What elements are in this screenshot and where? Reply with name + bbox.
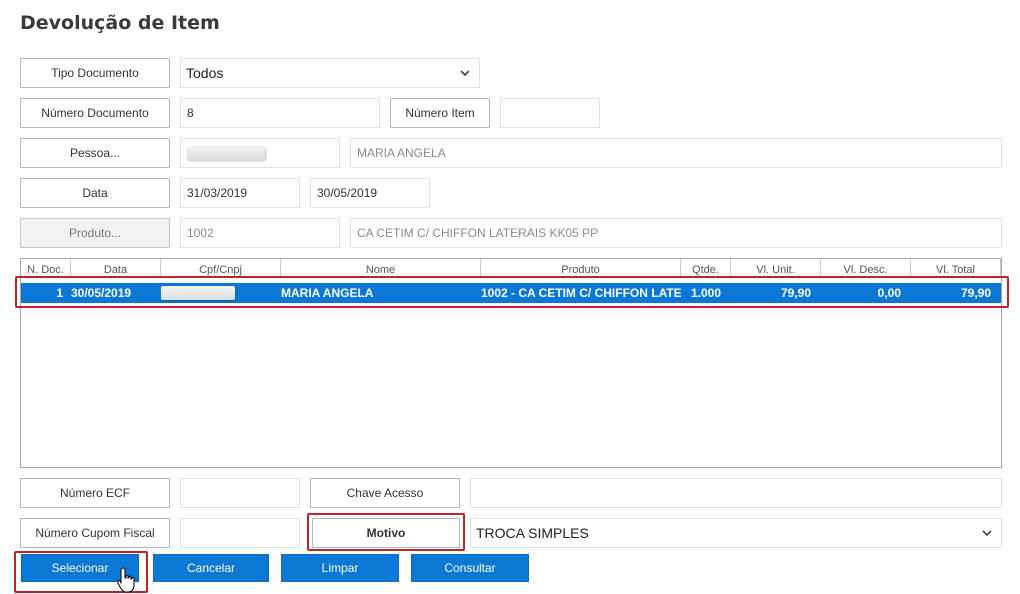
limpar-button[interactable]: Limpar bbox=[281, 554, 399, 582]
numero-item-input[interactable] bbox=[500, 98, 600, 128]
numero-ecf-button[interactable]: Número ECF bbox=[20, 478, 170, 508]
cell-nome: MARIA ANGELA bbox=[281, 286, 374, 300]
numero-documento-button[interactable]: Número Documento bbox=[20, 98, 170, 128]
results-grid[interactable]: N. Doc. Data Cpf/Cnpj Nome Produto Qtde.… bbox=[20, 258, 1002, 468]
col-cpf-cnpj[interactable]: Cpf/Cnpj bbox=[161, 259, 281, 277]
chave-acesso-button[interactable]: Chave Acesso bbox=[310, 478, 460, 508]
data-button[interactable]: Data bbox=[20, 178, 170, 208]
pessoa-button[interactable]: Pessoa... bbox=[20, 138, 170, 168]
col-vl-total[interactable]: Vl. Total bbox=[911, 259, 1001, 277]
produto-description-field: CA CETIM C/ CHIFFON LATERAIS KK05 PP bbox=[350, 218, 1002, 248]
tipo-documento-value: Todos bbox=[186, 65, 224, 81]
produto-button[interactable]: Produto... bbox=[20, 218, 170, 248]
chevron-down-icon[interactable] bbox=[973, 519, 1001, 547]
page-title: Devolução de Item bbox=[20, 12, 220, 34]
numero-cupom-button[interactable]: Número Cupom Fiscal bbox=[20, 518, 170, 548]
grid-header: N. Doc. Data Cpf/Cnpj Nome Produto Qtde.… bbox=[21, 259, 1001, 277]
numero-ecf-input[interactable] bbox=[180, 478, 300, 508]
produto-code-input[interactable]: 1002 bbox=[180, 218, 340, 248]
consultar-button[interactable]: Consultar bbox=[411, 554, 529, 582]
chave-acesso-input[interactable] bbox=[470, 478, 1002, 508]
pessoa-code-input[interactable] bbox=[180, 138, 340, 168]
cell-produto: 1002 - CA CETIM C/ CHIFFON LATERAIS KK05… bbox=[481, 286, 681, 300]
tipo-documento-select[interactable]: Todos bbox=[180, 58, 480, 88]
motivo-button[interactable]: Motivo bbox=[312, 518, 460, 548]
pessoa-name-field: MARIA ANGELA bbox=[350, 138, 1002, 168]
cancelar-button[interactable]: Cancelar bbox=[153, 554, 269, 582]
numero-documento-input[interactable]: 8 bbox=[180, 98, 380, 128]
chevron-down-icon[interactable] bbox=[451, 59, 479, 87]
cell-vl-total: 79,90 bbox=[960, 286, 991, 300]
redacted-mask bbox=[187, 146, 265, 160]
col-vl-desc[interactable]: Vl. Desc. bbox=[821, 259, 911, 277]
cell-cpf-cnpj bbox=[161, 283, 281, 303]
col-nome[interactable]: Nome bbox=[281, 259, 481, 277]
cell-vl-unit: 79,90 bbox=[780, 286, 811, 300]
redacted-mask bbox=[161, 286, 235, 300]
col-qtde[interactable]: Qtde. bbox=[681, 259, 731, 277]
cell-qtde: 1.000 bbox=[691, 286, 722, 300]
hand-cursor-icon bbox=[117, 567, 135, 593]
data-from-input[interactable]: 31/03/2019 bbox=[180, 178, 300, 208]
col-vl-unit[interactable]: Vl. Unit. bbox=[731, 259, 821, 277]
data-to-input[interactable]: 30/05/2019 bbox=[310, 178, 430, 208]
cell-data: 30/05/2019 bbox=[71, 286, 132, 300]
cell-n-doc: 1 bbox=[56, 286, 63, 300]
tipo-documento-button[interactable]: Tipo Documento bbox=[20, 58, 170, 88]
numero-item-button[interactable]: Número Item bbox=[390, 98, 490, 128]
col-data[interactable]: Data bbox=[71, 259, 161, 277]
col-n-doc[interactable]: N. Doc. bbox=[21, 259, 71, 277]
motivo-select[interactable]: TROCA SIMPLES bbox=[470, 518, 1002, 548]
numero-cupom-input[interactable] bbox=[180, 518, 300, 548]
table-row[interactable]: 1 30/05/2019 MARIA ANGELA 1002 - CA CETI… bbox=[21, 283, 1001, 303]
motivo-value: TROCA SIMPLES bbox=[476, 525, 589, 541]
col-produto[interactable]: Produto bbox=[481, 259, 681, 277]
cell-vl-desc: 0,00 bbox=[877, 286, 901, 300]
